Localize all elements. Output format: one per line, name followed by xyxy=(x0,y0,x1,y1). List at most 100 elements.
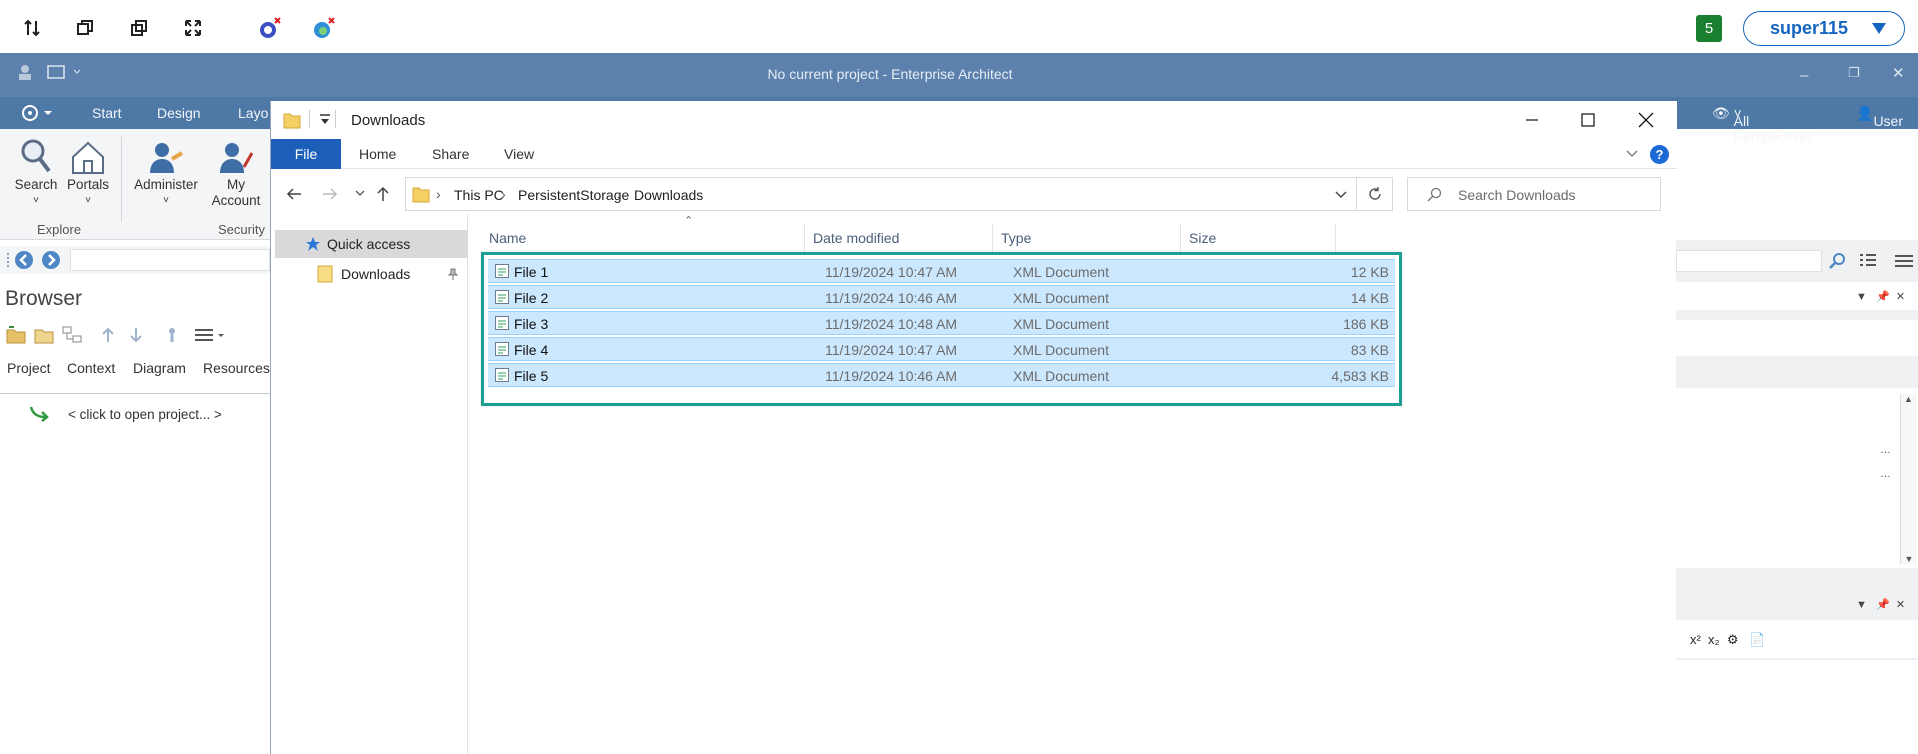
ea-tab-design[interactable]: Design xyxy=(157,105,201,121)
ea-search-label: Search xyxy=(14,177,58,192)
pin-icon[interactable] xyxy=(447,268,459,280)
ea-app-menu-icon[interactable] xyxy=(20,103,54,123)
table-row[interactable]: File 2 11/19/2024 10:46 AM XML Document … xyxy=(488,285,1395,309)
app-disconnected-icon[interactable] xyxy=(257,15,283,41)
browser-menu-icon[interactable] xyxy=(194,326,228,344)
duplicate-window-icon[interactable] xyxy=(126,15,152,41)
title-separator xyxy=(309,110,310,128)
ea-forward-icon[interactable] xyxy=(41,250,61,270)
column-divider[interactable] xyxy=(992,224,993,254)
fullscreen-icon[interactable] xyxy=(180,15,206,41)
column-divider[interactable] xyxy=(804,224,805,254)
column-header-size[interactable]: Size xyxy=(1189,230,1216,246)
ea-close-icon[interactable]: ✕ xyxy=(1892,64,1905,82)
ea-my-account-button[interactable]: My Account xyxy=(206,137,266,209)
column-divider[interactable] xyxy=(1180,224,1181,254)
nav-item-downloads[interactable]: Downloads xyxy=(275,260,468,288)
search-input[interactable]: Search Downloads xyxy=(1407,177,1661,211)
ea-right-more-icon[interactable]: …… xyxy=(1880,444,1891,480)
column-header-type[interactable]: Type xyxy=(1001,230,1031,246)
ea-restore-icon[interactable]: ❐ xyxy=(1848,65,1860,81)
ea-navigator-input[interactable] xyxy=(70,249,270,271)
close-icon[interactable] xyxy=(1631,108,1661,132)
table-row[interactable]: File 4 11/19/2024 10:47 AM XML Document … xyxy=(488,337,1395,361)
browser-tab-project[interactable]: Project xyxy=(7,360,51,376)
ea-right-scrollbar[interactable]: ▲ ▼ xyxy=(1900,394,1916,564)
back-arrow-icon[interactable] xyxy=(285,186,303,202)
table-row[interactable]: File 3 11/19/2024 10:48 AM XML Document … xyxy=(488,311,1395,335)
breadcrumb-separator: › xyxy=(501,186,506,202)
browser-tab-diagram[interactable]: Diagram xyxy=(133,360,186,376)
help-icon[interactable]: ? xyxy=(1650,145,1669,164)
xml-file-icon xyxy=(495,368,509,382)
refresh-icon xyxy=(1368,187,1381,200)
ea-tab-start[interactable]: Start xyxy=(92,105,122,121)
address-history-icon[interactable] xyxy=(1334,190,1348,200)
link-icon[interactable] xyxy=(164,326,180,344)
selection-highlight-box: File 1 11/19/2024 10:47 AM XML Document … xyxy=(481,252,1402,406)
folder-icon xyxy=(317,265,333,283)
ea-user-button[interactable]: 👤 User xyxy=(1856,105,1903,129)
move-up-icon[interactable] xyxy=(100,326,116,344)
ea-right-filter-icon[interactable] xyxy=(1858,252,1878,270)
maximize-icon[interactable] xyxy=(1573,108,1603,132)
ea-right-search-icon[interactable] xyxy=(1828,252,1848,270)
ribbon-expand-icon[interactable] xyxy=(1625,149,1639,159)
browser-disconnected-icon[interactable] xyxy=(311,15,337,41)
file-type: XML Document xyxy=(1013,290,1109,306)
up-arrow-icon[interactable] xyxy=(375,185,391,203)
minimize-icon[interactable] xyxy=(1517,108,1547,132)
refresh-button[interactable] xyxy=(1357,177,1393,211)
xml-file-icon xyxy=(495,342,509,356)
new-package-icon[interactable] xyxy=(6,326,26,344)
tab-home[interactable]: Home xyxy=(359,146,396,162)
ea-user-label: User xyxy=(1873,113,1903,129)
ea-lower-pin-controls[interactable]: ▼ 📌 ✕ xyxy=(1856,598,1905,611)
ea-minimize-icon[interactable]: – xyxy=(1800,67,1808,84)
table-row[interactable]: File 5 11/19/2024 10:46 AM XML Document … xyxy=(488,363,1395,387)
recent-locations-icon[interactable] xyxy=(355,189,365,197)
tab-share[interactable]: Share xyxy=(432,146,469,162)
sort-arrows-icon[interactable] xyxy=(19,15,45,41)
user-menu-button[interactable]: super115 xyxy=(1743,11,1905,46)
notification-badge[interactable]: 5 xyxy=(1696,15,1722,42)
move-down-icon[interactable] xyxy=(128,326,144,344)
ea-right-menu-icon[interactable] xyxy=(1894,252,1914,270)
column-header-name[interactable]: Name xyxy=(489,230,526,246)
column-divider[interactable] xyxy=(1335,224,1336,254)
quick-access-toolbar-icon[interactable] xyxy=(319,113,331,127)
restore-window-icon[interactable] xyxy=(72,15,98,41)
file-list-view: ⌃ Name Date modified Type Size File 1 11… xyxy=(468,214,1677,754)
nav-item-quick-access[interactable]: Quick access xyxy=(275,230,468,258)
folder-icon[interactable] xyxy=(34,326,54,344)
open-project-arrow-icon xyxy=(28,404,52,422)
xml-file-icon xyxy=(495,264,509,278)
search-icon xyxy=(1426,187,1442,203)
remote-toolbar: 5 super115 xyxy=(0,0,1918,53)
ea-back-icon[interactable] xyxy=(14,250,34,270)
browser-tab-context[interactable]: Context xyxy=(67,360,115,376)
ea-administer-button[interactable]: Administer ˅ xyxy=(128,137,204,209)
table-row[interactable]: File 1 11/19/2024 10:47 AM XML Document … xyxy=(488,259,1395,283)
breadcrumb-persistent-storage[interactable]: PersistentStorage xyxy=(518,187,629,203)
column-header-date-modified[interactable]: Date modified xyxy=(813,230,899,246)
ea-search-button[interactable]: Search ˅ xyxy=(12,137,60,209)
browser-tab-resources[interactable]: Resources xyxy=(203,360,270,376)
file-size: 4,583 KB xyxy=(1331,368,1389,384)
file-name: File 2 xyxy=(514,290,549,306)
address-bar[interactable]: › This PC › PersistentStorage › Download… xyxy=(405,177,1357,211)
ea-panel-pin-controls[interactable]: ▼ 📌 ✕ xyxy=(1856,290,1905,303)
file-date: 11/19/2024 10:46 AM xyxy=(825,368,958,384)
ea-lower-format-icons[interactable]: x² x₂ ⚙ 📄 xyxy=(1690,632,1766,648)
open-project-link[interactable]: < click to open project... > xyxy=(68,407,222,422)
tab-view[interactable]: View xyxy=(504,146,534,162)
forward-arrow-icon[interactable] xyxy=(321,186,339,202)
breadcrumb-downloads[interactable]: Downloads xyxy=(634,187,703,203)
ea-tab-layout[interactable]: Layo xyxy=(238,105,268,121)
tab-file[interactable]: File xyxy=(271,139,341,169)
hierarchy-icon[interactable] xyxy=(62,326,82,344)
breadcrumb-this-pc[interactable]: This PC xyxy=(454,187,504,203)
ea-perspectives-button[interactable]: 👁 All Perspectives ˅ xyxy=(1712,105,1814,145)
ea-right-search-input[interactable] xyxy=(1676,250,1822,272)
ea-portals-button[interactable]: Portals ˅ xyxy=(64,137,112,209)
